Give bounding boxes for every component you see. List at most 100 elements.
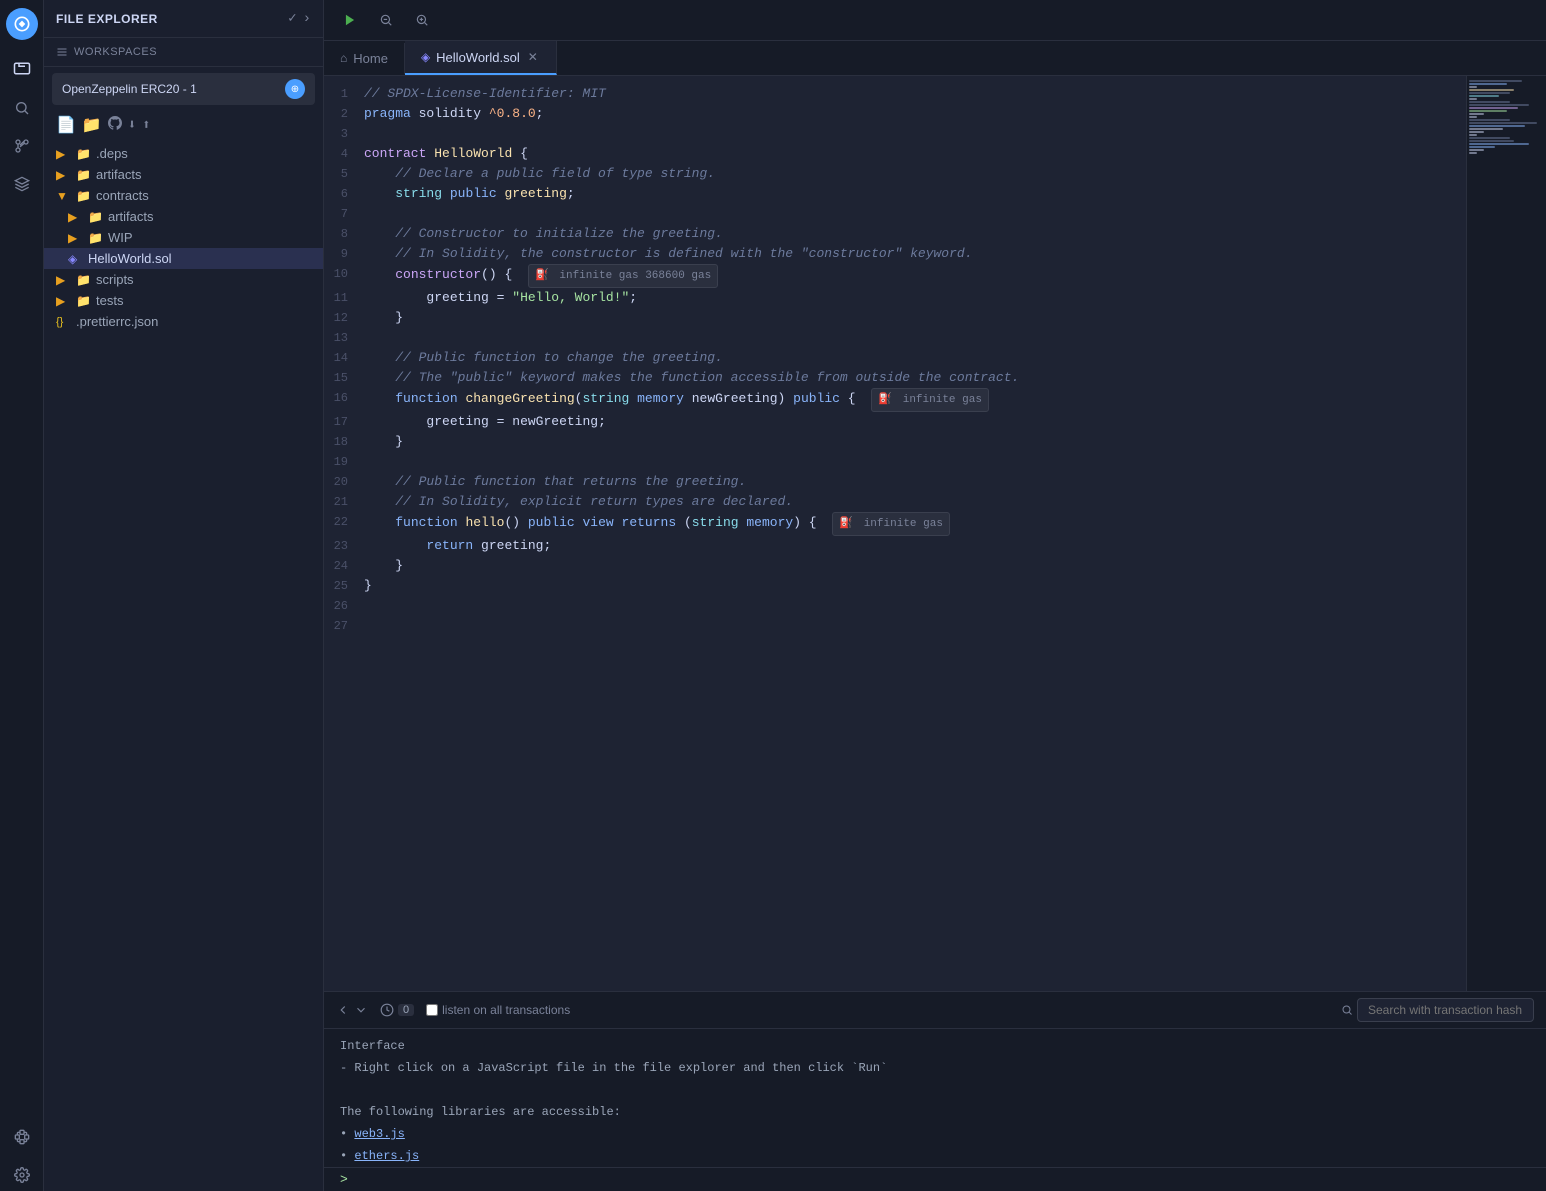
listen-checkbox[interactable]: listen on all transactions — [426, 1003, 570, 1017]
code-line-8: 8 // Constructor to initialize the greet… — [324, 224, 1466, 244]
arrow-icon[interactable]: › — [303, 11, 311, 27]
download-icon[interactable]: ⬇ — [128, 117, 136, 134]
github-icon[interactable] — [108, 116, 122, 135]
main-toolbar — [324, 0, 1546, 41]
code-line-7: 7 — [324, 204, 1466, 224]
code-line-18: 18 } — [324, 432, 1466, 452]
tree-label-artifacts-root: artifacts — [96, 167, 315, 182]
tab-home[interactable]: ⌂ Home — [324, 43, 405, 74]
collapse-btn[interactable] — [336, 1003, 368, 1017]
code-line-22: 22 function hello() public view returns … — [324, 512, 1466, 536]
folder-glyph-contracts: 📁 — [76, 189, 90, 203]
workspace-name: OpenZeppelin ERC20 - 1 — [62, 82, 197, 96]
new-file-icon[interactable]: 📄 — [56, 115, 76, 135]
tree-item-artifacts-contracts[interactable]: ▶ 📁 artifacts — [44, 206, 323, 227]
workspace-selector[interactable]: OpenZeppelin ERC20 - 1 ⊕ — [52, 73, 315, 105]
tab-helloworld-label: HelloWorld.sol — [436, 50, 520, 65]
code-line-23: 23 return greeting; — [324, 536, 1466, 556]
tree-item-scripts[interactable]: ▶ 📁 scripts — [44, 269, 323, 290]
prompt-caret: > — [340, 1172, 348, 1187]
folder-glyph-deps: 📁 — [76, 147, 90, 161]
search-icon — [1341, 1004, 1353, 1016]
tree-item-contracts[interactable]: ▼ 📁 contracts — [44, 185, 323, 206]
chevron-down-icon — [354, 1003, 368, 1017]
code-line-11: 11 greeting = "Hello, World!"; — [324, 288, 1466, 308]
code-line-26: 26 — [324, 596, 1466, 616]
code-line-14: 14 // Public function to change the gree… — [324, 348, 1466, 368]
upload-icon[interactable]: ⬆ — [142, 117, 150, 134]
console-line-empty1 — [340, 1081, 1530, 1099]
gas-badge-changegreet: ⛽ infinite gas — [871, 388, 989, 412]
console-output: Interface - Right click on a JavaScript … — [324, 1029, 1546, 1167]
workspace-icon: ⊕ — [285, 79, 305, 99]
editor-tabs: ⌂ Home ◈ HelloWorld.sol ✕ — [324, 41, 1546, 76]
listen-input[interactable] — [426, 1004, 438, 1016]
zoom-out-button[interactable] — [372, 6, 400, 34]
run-button[interactable] — [336, 6, 364, 34]
zoom-in-button[interactable] — [408, 6, 436, 34]
file-explorer-icon[interactable] — [6, 54, 38, 86]
folder-icon: ▼ — [56, 189, 70, 203]
search-global-icon[interactable] — [6, 92, 38, 124]
code-line-6: 6 string public greeting; — [324, 184, 1466, 204]
check-icon[interactable]: ✓ — [288, 10, 296, 27]
tab-helloworld[interactable]: ◈ HelloWorld.sol ✕ — [405, 41, 557, 75]
file-icon-sol: ◈ — [68, 252, 82, 266]
sidebar-title-actions: ✓ › — [288, 10, 311, 27]
file-tree-toolbar: 📄 📁 ⬇ ⬆ — [44, 111, 323, 139]
code-line-27: 27 — [324, 616, 1466, 636]
folder-glyph-scripts: 📁 — [76, 273, 90, 287]
console-line-rightclick: - Right click on a JavaScript file in th… — [340, 1059, 1530, 1077]
workspaces-label: WORKSPACES — [74, 46, 157, 58]
icon-bar — [0, 0, 44, 1191]
minimap — [1466, 76, 1546, 991]
new-folder-icon[interactable]: 📁 — [82, 115, 102, 135]
file-icon-json: {} — [56, 316, 70, 328]
ethers-link[interactable]: ethers.js — [354, 1149, 419, 1163]
app-logo[interactable] — [6, 8, 38, 40]
console-line-ethers: • ethers.js — [340, 1147, 1530, 1165]
sidebar: FILE EXPLORER ✓ › WORKSPACES OpenZeppeli… — [44, 0, 324, 1191]
folder-glyph-tests: 📁 — [76, 294, 90, 308]
folder-icon: ▶ — [56, 168, 70, 182]
code-line-15: 15 // The "public" keyword makes the fun… — [324, 368, 1466, 388]
tree-label-contracts: contracts — [96, 188, 315, 203]
code-line-1: 1 // SPDX-License-Identifier: MIT — [324, 84, 1466, 104]
folder-glyph-wip: 📁 — [88, 231, 102, 245]
main-area: ⌂ Home ◈ HelloWorld.sol ✕ 1 // SPDX-Lice… — [324, 0, 1546, 1191]
sidebar-title: FILE EXPLORER — [56, 12, 158, 26]
clock-icon — [380, 1003, 394, 1017]
tx-count: 0 — [398, 1004, 414, 1016]
code-line-16: 16 function changeGreeting(string memory… — [324, 388, 1466, 412]
tree-label-wip: WIP — [108, 230, 315, 245]
bottom-toolbar: 0 listen on all transactions — [324, 992, 1546, 1029]
gas-badge-constructor: ⛽ infinite gas 368600 gas — [528, 264, 718, 288]
settings-icon[interactable] — [6, 1159, 38, 1191]
code-line-9: 9 // In Solidity, the constructor is def… — [324, 244, 1466, 264]
deploy-icon[interactable] — [6, 168, 38, 200]
plugin-icon[interactable] — [6, 1121, 38, 1153]
tree-item-artifacts-root[interactable]: ▶ 📁 artifacts — [44, 164, 323, 185]
tab-home-label: Home — [353, 51, 388, 66]
source-control-icon[interactable] — [6, 130, 38, 162]
tree-item-helloworld[interactable]: ◈ HelloWorld.sol — [44, 248, 323, 269]
code-editor[interactable]: 1 // SPDX-License-Identifier: MIT 2 prag… — [324, 76, 1466, 991]
tree-item-deps[interactable]: ▶ 📁 .deps — [44, 143, 323, 164]
tree-item-tests[interactable]: ▶ 📁 tests — [44, 290, 323, 311]
code-line-3: 3 — [324, 124, 1466, 144]
tree-item-prettierrc[interactable]: {} .prettierrc.json — [44, 311, 323, 332]
tab-close-button[interactable]: ✕ — [526, 49, 540, 65]
clock-btn[interactable]: 0 — [380, 1003, 414, 1017]
tx-search-input[interactable] — [1357, 998, 1534, 1022]
listen-label: listen on all transactions — [442, 1003, 570, 1017]
tree-label-deps: .deps — [96, 146, 315, 161]
tree-item-wip[interactable]: ▶ 📁 WIP — [44, 227, 323, 248]
code-line-5: 5 // Declare a public field of type stri… — [324, 164, 1466, 184]
code-line-24: 24 } — [324, 556, 1466, 576]
code-line-25: 25 } — [324, 576, 1466, 596]
web3-link[interactable]: web3.js — [354, 1127, 404, 1141]
console-prompt: > — [324, 1167, 1546, 1191]
code-line-13: 13 — [324, 328, 1466, 348]
folder-icon: ▶ — [56, 147, 70, 161]
tree-label-helloworld: HelloWorld.sol — [88, 251, 315, 266]
